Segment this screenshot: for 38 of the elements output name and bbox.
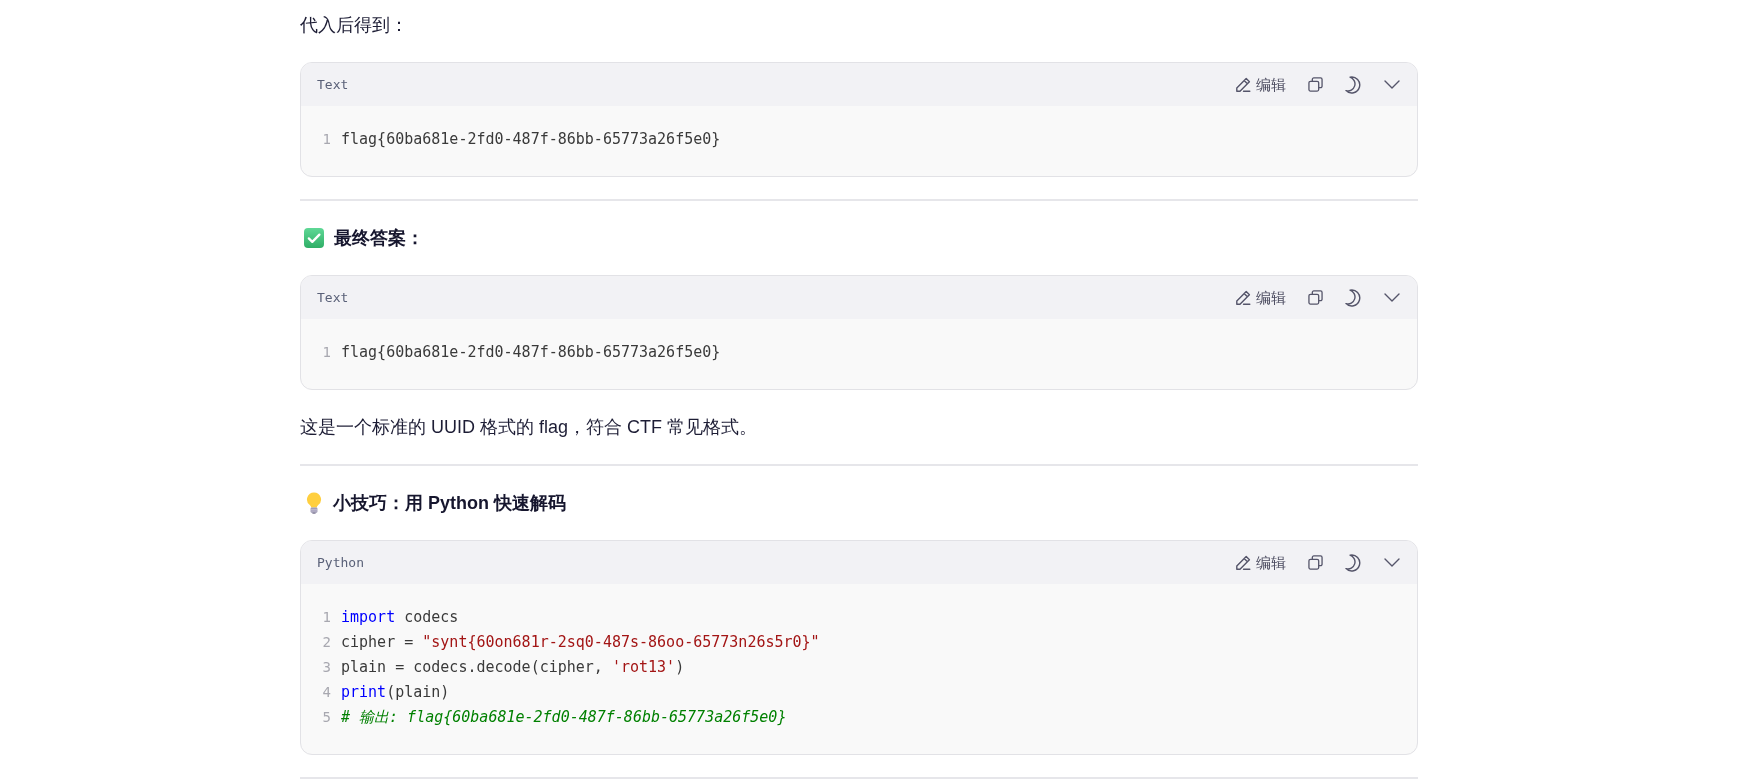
chevron-down-icon [1384, 293, 1400, 302]
pencil-icon [1235, 289, 1251, 306]
code-line: plain = codecs.decode(cipher, 'rot13') [341, 657, 685, 678]
copy-icon [1308, 77, 1323, 92]
edit-button[interactable]: 编辑 [1231, 71, 1290, 98]
language-label: Python [317, 555, 364, 570]
moon-icon [1345, 553, 1362, 572]
chevron-down-icon [1384, 80, 1400, 89]
moon-icon [1345, 288, 1362, 307]
paragraph: 代入后得到： [300, 14, 409, 37]
check-mark-icon [304, 228, 324, 248]
chevron-down-icon [1384, 558, 1400, 567]
code-line: import codecs [341, 607, 459, 628]
copy-icon [1308, 555, 1323, 570]
code-line: print(plain) [341, 682, 450, 703]
code-line: # 输出: flag{60ba681e-2fd0-487f-86bb-65773a26f5e0} [341, 707, 787, 728]
line-number: 1 [321, 343, 331, 362]
code-line: cipher = "synt{60on681r-2sq0-487s-86oo-65773n26s5r0}" [341, 632, 820, 653]
code-line: flag{60ba681e-2fd0-487f-86bb-65773a26f5e0} [341, 129, 721, 150]
edit-button[interactable]: 编辑 [1231, 284, 1290, 311]
copy-icon [1308, 290, 1323, 305]
moon-icon [1345, 75, 1362, 94]
line-number: 1 [321, 608, 331, 627]
code-line: flag{60ba681e-2fd0-487f-86bb-65773a26f5e0} [341, 342, 721, 363]
line-number: 3 [321, 658, 331, 677]
language-label: Text [317, 290, 349, 305]
line-number: 1 [321, 130, 331, 149]
line-number: 2 [321, 633, 331, 652]
line-number: 4 [321, 683, 331, 702]
pencil-icon [1235, 554, 1251, 571]
section-heading: 小技巧：用 Python 快速解码 [333, 492, 566, 515]
edit-button[interactable]: 编辑 [1231, 549, 1290, 576]
language-label: Text [317, 77, 349, 92]
paragraph: 这是一个标准的 UUID 格式的 flag，符合 CTF 常见格式。 [300, 416, 758, 439]
pencil-icon [1235, 76, 1251, 93]
light-bulb-icon [306, 492, 322, 514]
line-number: 5 [321, 708, 331, 727]
section-heading: 最终答案： [334, 227, 424, 250]
